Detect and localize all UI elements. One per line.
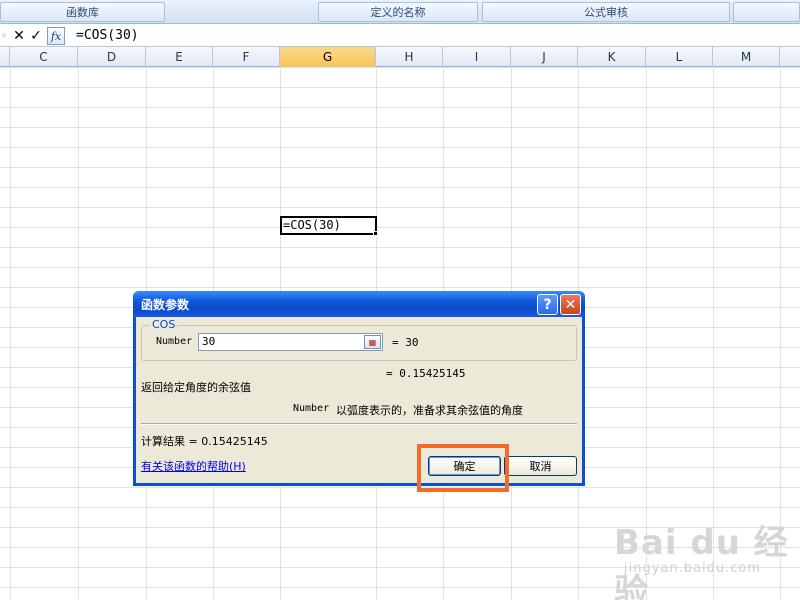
column-header-l[interactable]: L (646, 47, 713, 67)
dialog-titlebar[interactable]: 函数参数 ? ✕ (133, 291, 585, 317)
param-number-result: = 30 (392, 336, 419, 349)
param-number-input[interactable]: 30 (198, 333, 383, 351)
param-description-text: 以弧度表示的，准备求其余弦值的角度 (336, 404, 523, 417)
cancel-button[interactable]: 取消 (504, 456, 577, 476)
function-description: 返回给定角度的余弦值 (141, 381, 251, 394)
param-description-name: Number (293, 403, 330, 414)
column-header-row: C D E F G H I J K L M (0, 47, 800, 67)
grid-line (10, 67, 11, 600)
column-header-j[interactable]: J (511, 47, 578, 67)
column-header-g[interactable]: G (280, 47, 376, 67)
enter-icon[interactable]: ✓ (29, 28, 43, 44)
column-header-e[interactable]: E (146, 47, 213, 67)
formula-bar: ◦ ✕ ✓ fx =COS(30) (0, 25, 800, 47)
column-header-h[interactable]: H (376, 47, 443, 67)
column-header-d[interactable]: D (78, 47, 146, 67)
active-cell-g8[interactable]: =COS(30) (280, 216, 377, 235)
help-icon[interactable]: ? (537, 294, 558, 315)
watermark-url: jingyan.baidu.com (624, 561, 761, 576)
formula-input[interactable]: =COS(30) (76, 28, 139, 43)
column-header-k[interactable]: K (578, 47, 646, 67)
formula-result: 计算结果 = 0.15425145 (141, 435, 268, 448)
column-header-partial-right[interactable] (780, 47, 800, 67)
function-arguments-dialog: 函数参数 ? ✕ COS Number 30 ▦ = 30 = 0.154251… (133, 291, 585, 486)
ok-button-highlight (417, 444, 509, 492)
fill-handle[interactable] (373, 231, 378, 236)
grid-line (78, 67, 79, 600)
function-help-link[interactable]: 有关该函数的帮助(H) (141, 458, 246, 474)
function-name-label: COS (150, 318, 178, 331)
function-result-value: = 0.15425145 (386, 367, 466, 380)
column-header-partial[interactable] (0, 47, 10, 67)
dialog-title: 函数参数 (141, 298, 190, 312)
ribbon-group-function-library[interactable]: 函数库 (0, 2, 165, 22)
ribbon-group-formula-auditing[interactable]: 公式审核 (482, 2, 730, 22)
close-icon[interactable]: ✕ (560, 294, 581, 315)
name-box-dropdown-icon[interactable]: ◦ (0, 28, 8, 44)
ribbon-group-bar: 函数库 定义的名称 公式审核 (0, 0, 800, 24)
column-header-i[interactable]: I (443, 47, 511, 67)
arguments-groupbox: COS Number 30 ▦ = 30 (141, 318, 577, 361)
column-header-f[interactable]: F (213, 47, 280, 67)
ribbon-group-calculation[interactable] (733, 2, 800, 22)
param-number-label: Number (156, 336, 193, 347)
ribbon-group-defined-names[interactable]: 定义的名称 (318, 2, 478, 22)
column-header-c[interactable]: C (10, 47, 78, 67)
dialog-separator (141, 423, 577, 425)
column-header-m[interactable]: M (713, 47, 780, 67)
collapse-dialog-icon[interactable]: ▦ (364, 335, 381, 349)
baidu-jingyan-watermark: Bai du 经验 jingyan.baidu.com (614, 515, 794, 600)
insert-function-icon[interactable]: fx (47, 27, 65, 45)
watermark-brand: Bai du 经验 (614, 523, 789, 600)
cancel-icon[interactable]: ✕ (12, 28, 26, 44)
